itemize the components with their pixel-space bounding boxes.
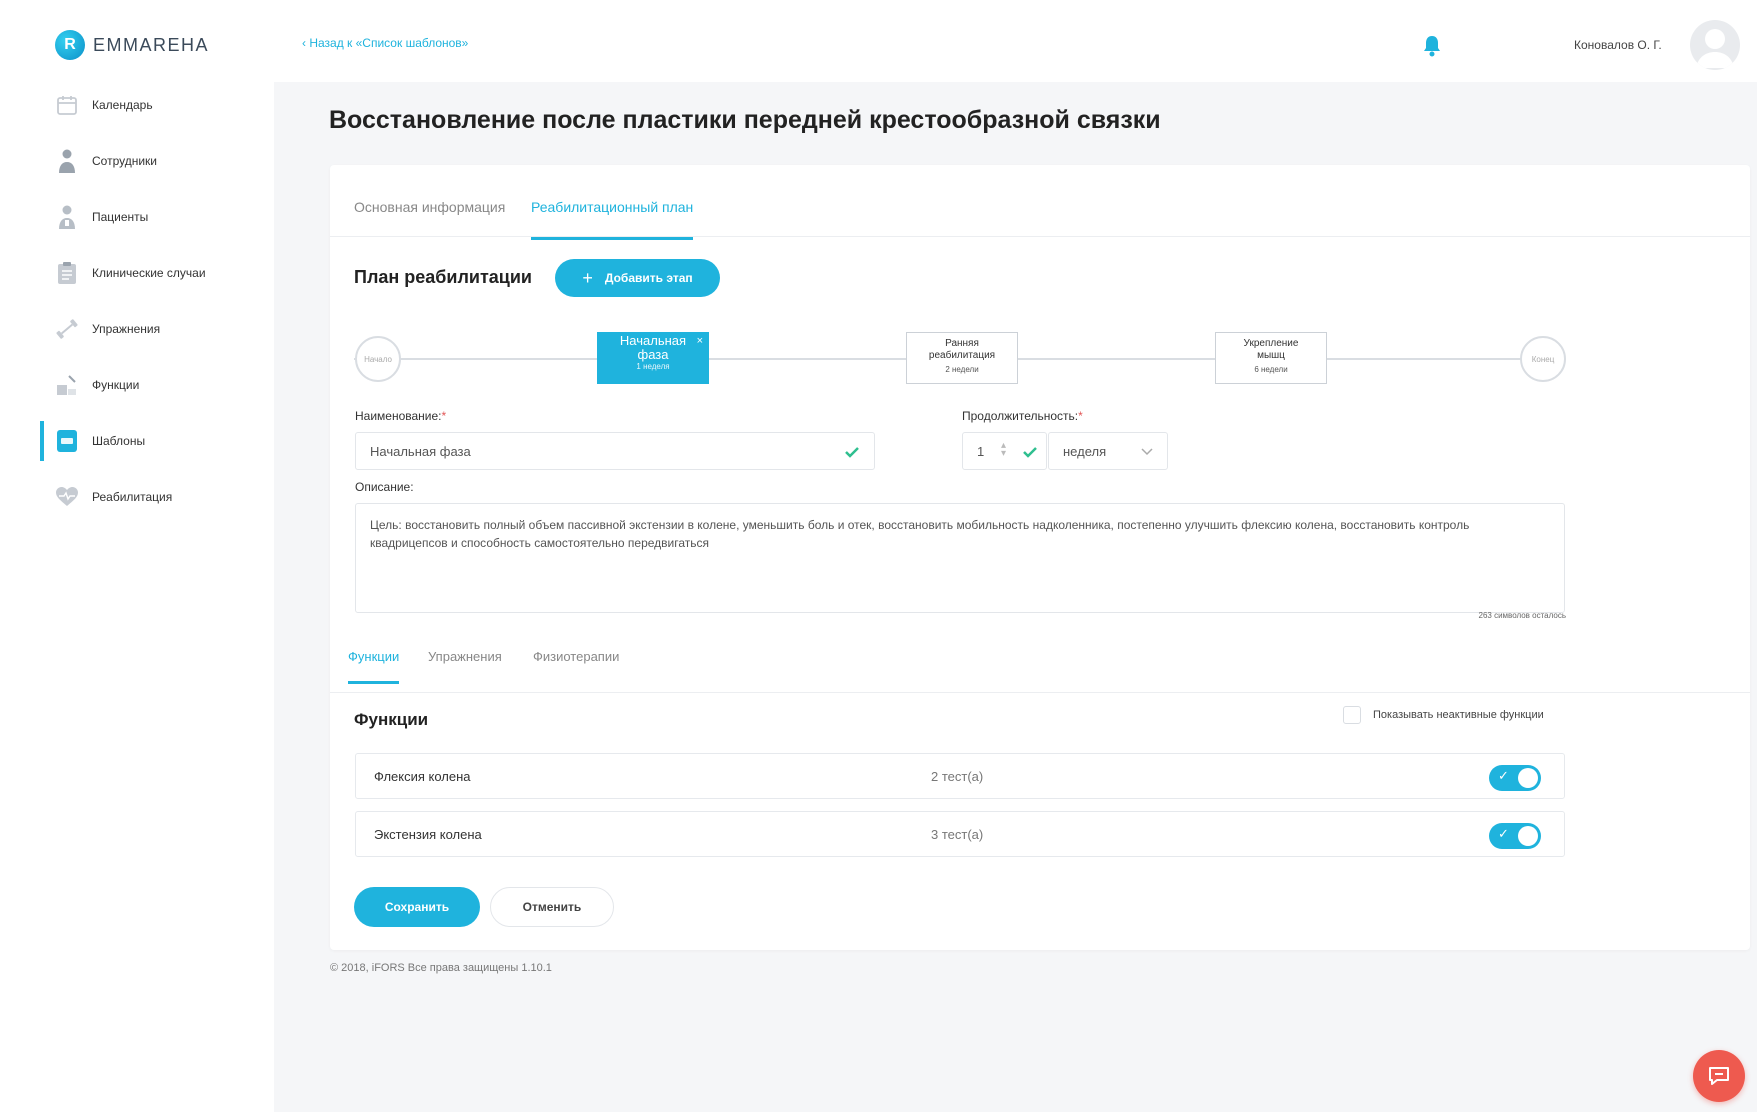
description-label: Описание:	[355, 480, 414, 494]
stage-card[interactable]: Ранняя реабилитация 2 недели	[906, 332, 1018, 384]
stage-duration: 2 недели	[945, 365, 979, 374]
duration-value: 1	[977, 443, 985, 459]
sidebar-item-label: Клинические случаи	[92, 266, 206, 280]
add-stage-button[interactable]: + Добавить этап	[555, 259, 720, 297]
sub-tabs: Функции Упражнения Физиотерапии	[330, 635, 1750, 693]
stage-card[interactable]: × Начальная фаза 1 неделя	[597, 332, 709, 384]
show-inactive-checkbox[interactable]	[1343, 706, 1361, 724]
avatar[interactable]	[1690, 20, 1740, 70]
sidebar-item-label: Функции	[92, 378, 140, 392]
user-name[interactable]: Коновалов О. Г.	[1574, 38, 1662, 52]
sidebar-item-label: Упражнения	[92, 322, 161, 336]
duration-stepper[interactable]: 1 ▴ ▾	[962, 432, 1047, 470]
chevron-down-icon	[1141, 448, 1153, 456]
sidebar-item-clinical-cases[interactable]: Клинические случаи	[40, 253, 274, 293]
toggle-knob	[1518, 826, 1538, 846]
sidebar-item-functions[interactable]: Функции	[40, 365, 274, 405]
top-bar: R EMMAREHA ‹ Назад к «Список шаблонов» К…	[40, 10, 1757, 82]
footer-text: © 2018, iFORS Все права защищены 1.10.1	[330, 962, 552, 974]
plus-icon: +	[582, 267, 593, 288]
name-label: Наименование:*	[355, 409, 447, 423]
name-value: Начальная фаза	[370, 443, 471, 459]
sidebar-item-label: Реабилитация	[92, 490, 173, 504]
check-icon: ✓	[1498, 768, 1509, 783]
sidebar-item-label: Шаблоны	[92, 434, 146, 448]
stage-name: Ранняя реабилитация	[928, 338, 996, 361]
logo-text: EMMAREHA	[93, 34, 210, 55]
timeline-start: Начало	[355, 336, 401, 382]
duration-label: Продолжительность:*	[962, 409, 1083, 423]
cancel-button[interactable]: Отменить	[490, 887, 614, 927]
patients-icon	[54, 204, 80, 230]
calendar-icon	[54, 92, 80, 118]
stage-name: Укрепление мышц	[1243, 338, 1299, 361]
show-inactive-label: Показывать неактивные функции	[1373, 709, 1544, 721]
plan-title: План реабилитации	[354, 267, 532, 287]
save-button[interactable]: Сохранить	[354, 887, 480, 927]
sidebar-item-calendar[interactable]: Календарь	[40, 85, 274, 125]
dumbbell-icon	[54, 316, 80, 342]
show-inactive-toggle[interactable]: Показывать неактивные функции	[1343, 706, 1544, 724]
bell-icon[interactable]	[1421, 34, 1443, 58]
sidebar-item-patients[interactable]: Пациенты	[40, 197, 274, 237]
function-row: Экстензия колена 3 тест(а) ✓	[355, 811, 1565, 857]
duration-unit-select[interactable]: неделя	[1048, 432, 1168, 470]
function-name: Флексия колена	[374, 769, 471, 784]
sidebar-item-label: Календарь	[92, 98, 153, 112]
tab-basic-info[interactable]: Основная информация	[354, 199, 505, 237]
sidebar-item-exercises[interactable]: Упражнения	[40, 309, 274, 349]
function-row: Флексия колена 2 тест(а) ✓	[355, 753, 1565, 799]
function-enabled-toggle[interactable]: ✓	[1489, 823, 1541, 849]
stage-duration: 6 недели	[1254, 365, 1288, 374]
subtab-functions[interactable]: Функции	[348, 649, 400, 684]
chat-icon	[1709, 1067, 1729, 1085]
user-avatar-icon	[1696, 29, 1734, 68]
description-textarea[interactable]: Цель: восстановить полный объем пассивно…	[355, 503, 1565, 613]
chat-button[interactable]	[1693, 1050, 1745, 1102]
stage-name: Начальная фаза	[619, 333, 687, 362]
function-name: Экстензия колена	[374, 827, 482, 842]
add-stage-label: Добавить этап	[604, 271, 693, 285]
logo-icon: R	[55, 30, 85, 60]
duration-unit-value: неделя	[1063, 443, 1107, 459]
sidebar-item-rehabilitation[interactable]: Реабилитация	[40, 477, 274, 517]
sidebar-item-templates[interactable]: Шаблоны	[40, 421, 274, 461]
staff-icon	[54, 148, 80, 174]
check-icon: ✓	[1498, 826, 1509, 841]
sidebar-item-label: Сотрудники	[92, 154, 157, 168]
function-enabled-toggle[interactable]: ✓	[1489, 765, 1541, 791]
clipboard-icon	[54, 260, 80, 286]
sidebar-item-staff[interactable]: Сотрудники	[40, 141, 274, 181]
close-icon[interactable]: ×	[697, 335, 703, 348]
check-icon	[845, 447, 859, 458]
sidebar-item-label: Пациенты	[92, 210, 149, 224]
stage-card[interactable]: Укрепление мышц 6 недели	[1215, 332, 1327, 384]
name-input[interactable]: Начальная фаза	[355, 432, 875, 470]
timeline-end: Конец	[1520, 336, 1566, 382]
stage-duration: 1 неделя	[636, 362, 670, 372]
page-title: Восстановление после пластики передней к…	[329, 106, 1161, 134]
subtab-exercises[interactable]: Упражнения	[428, 649, 502, 681]
back-to-templates-link[interactable]: ‹ Назад к «Список шаблонов»	[302, 36, 468, 50]
heart-icon	[54, 484, 80, 510]
function-tests[interactable]: 2 тест(а)	[931, 769, 983, 784]
check-icon	[1023, 447, 1037, 458]
chars-left-counter: 263 символов осталось	[1478, 611, 1567, 620]
templates-icon	[54, 428, 80, 454]
sidebar: Календарь Сотрудники Пациенты Клинически…	[40, 82, 274, 1112]
functions-icon	[54, 372, 80, 398]
subtab-physiotherapy[interactable]: Физиотерапии	[533, 649, 619, 681]
main-tabs: Основная информация Реабилитационный пла…	[330, 165, 1750, 240]
template-card: Основная информация Реабилитационный пла…	[330, 165, 1750, 950]
function-tests[interactable]: 3 тест(а)	[931, 827, 983, 842]
functions-title: Функции	[354, 710, 429, 729]
app-shell: R EMMAREHA ‹ Назад к «Список шаблонов» К…	[40, 10, 1757, 1112]
tab-rehab-plan[interactable]: Реабилитационный план	[531, 199, 694, 240]
stepper-arrows-icon[interactable]: ▴ ▾	[1001, 441, 1006, 459]
toggle-knob	[1518, 768, 1538, 788]
logo[interactable]: R EMMAREHA	[55, 30, 209, 60]
